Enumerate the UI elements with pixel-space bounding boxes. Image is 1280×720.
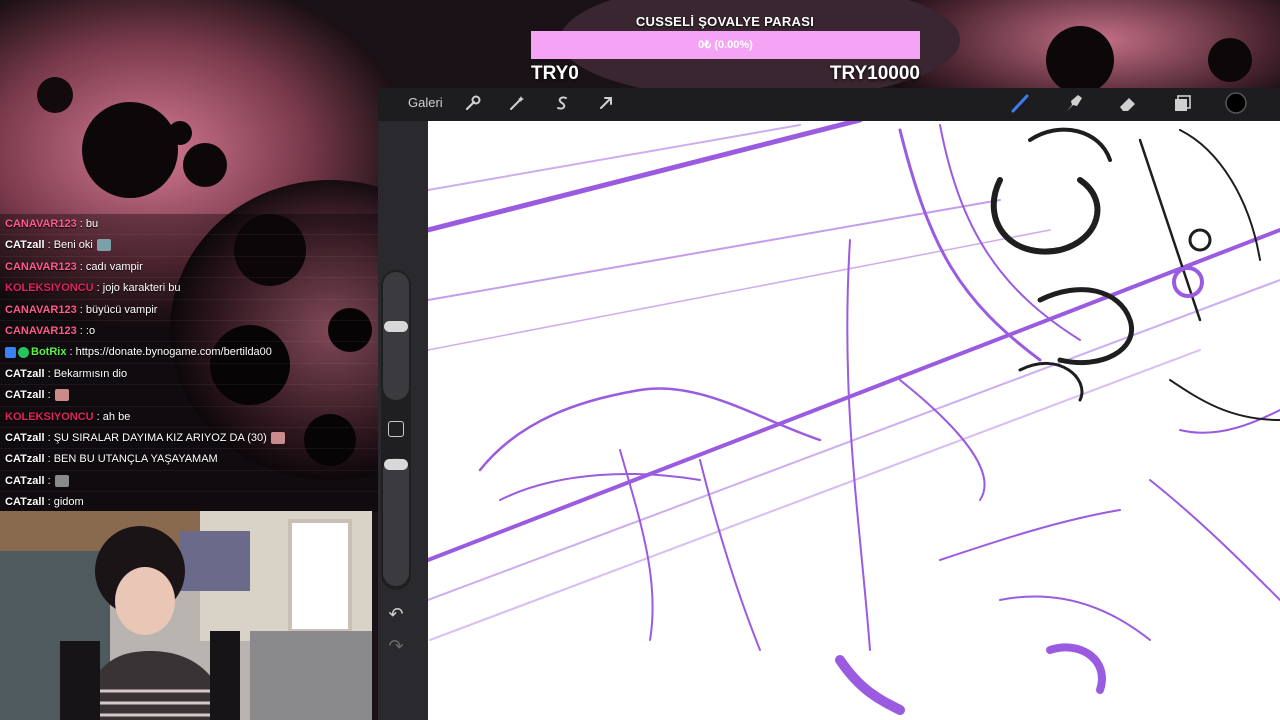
donation-goal-bar: 0₺ (0.00%) xyxy=(531,31,920,59)
eraser-icon[interactable] xyxy=(1115,92,1141,114)
chat-username[interactable]: CATzall xyxy=(5,432,45,444)
chat-overlay: CANAVAR123 : bu CATzall : Beni oki CANAVAR… xyxy=(0,214,378,514)
chat-username[interactable]: CANAVAR123 xyxy=(5,261,77,273)
chat-emote-icon xyxy=(54,389,69,402)
verified-badge-icon xyxy=(18,346,29,358)
chat-text: : xyxy=(44,389,51,402)
chat-message: CATzall : xyxy=(0,470,378,493)
brush-size-slider[interactable] xyxy=(383,272,409,400)
chat-text: : Beni oki xyxy=(44,239,93,252)
brush-opacity-slider[interactable] xyxy=(383,458,409,586)
redo-icon[interactable]: ↷ xyxy=(386,636,406,656)
chat-username[interactable]: CATzall xyxy=(5,389,45,401)
chat-username[interactable]: CATzall xyxy=(5,496,45,508)
donation-goal-max: TRY10000 xyxy=(829,63,920,84)
smudge-icon[interactable] xyxy=(1061,92,1087,114)
chat-username[interactable]: KOLEKSIYONCU xyxy=(5,282,94,294)
chat-emote-icon xyxy=(270,432,285,444)
donation-goal-progress-text: 0₺ (0.00%) xyxy=(698,39,753,51)
chat-username[interactable]: CATzall xyxy=(5,453,45,465)
chat-text: : jojo karakteri bu xyxy=(93,282,181,295)
chat-text: : ah be xyxy=(93,410,131,423)
chat-text: : BEN BU UTANÇLA YAŞAYAMAM xyxy=(44,453,218,466)
chat-message: CANAVAR123 : bu xyxy=(0,214,378,236)
chat-text: : https://donate.bynogame.com/bertilda00 xyxy=(66,346,272,359)
chat-message: CATzall : xyxy=(0,385,378,407)
chat-text: : xyxy=(44,474,51,487)
brush-size-thumb[interactable] xyxy=(384,321,408,333)
donation-goal-title: CUSSELİ ŞOVALYE PARASI xyxy=(635,14,815,29)
chat-message: KOLEKSIYONCU : ah be xyxy=(0,406,378,428)
layers-icon[interactable] xyxy=(1169,92,1195,114)
gallery-button[interactable]: Galeri xyxy=(408,95,443,111)
chat-username[interactable]: CATzall xyxy=(5,368,45,380)
donation-goal-min: TRY0 xyxy=(531,63,579,84)
chat-username[interactable]: CANAVAR123 xyxy=(5,325,77,337)
chat-text: : gidom xyxy=(44,496,84,509)
chat-username[interactable]: CANAVAR123 xyxy=(5,218,77,230)
wrench-icon[interactable] xyxy=(460,92,486,114)
modify-button[interactable] xyxy=(388,421,404,437)
chat-emote-icon xyxy=(96,239,111,252)
chat-message: KOLEKSIYONCU : jojo karakteri bu xyxy=(0,278,378,300)
undo-icon[interactable]: ↶ xyxy=(386,604,406,624)
transform-arrow-icon[interactable] xyxy=(593,92,619,114)
brush-icon[interactable] xyxy=(1007,92,1033,114)
chat-text: : ŞU SIRALAR DAYIMA KIZ ARIYOZ DA (30) xyxy=(44,431,267,444)
chat-message: CANAVAR123 : cadı vampir xyxy=(0,256,378,279)
chat-text: : büyücü vampir xyxy=(76,303,158,316)
chat-username[interactable]: BotRix xyxy=(31,346,66,358)
chat-username[interactable]: CATzall xyxy=(5,475,45,487)
chat-message: CATzall : Beni oki xyxy=(0,235,378,257)
brush-opacity-thumb[interactable] xyxy=(384,459,408,470)
color-swatch-icon[interactable] xyxy=(1223,92,1249,114)
chat-message: CATzall : ŞU SIRALAR DAYIMA KIZ ARIYOZ D… xyxy=(0,427,378,450)
chat-username[interactable]: KOLEKSIYONCU xyxy=(5,411,94,423)
chat-text: : cadı vampir xyxy=(76,260,143,273)
chat-text: : :o xyxy=(76,324,96,337)
chat-message: CANAVAR123 : büyücü vampir xyxy=(0,299,378,321)
chat-username[interactable]: CATzall xyxy=(5,239,45,251)
chat-message: CATzall : Bekarmısın dio xyxy=(0,363,378,386)
chat-message: CATzall : BEN BU UTANÇLA YAŞAYAMAM xyxy=(0,449,378,471)
bot-badge-icon xyxy=(5,346,16,358)
drawing-canvas[interactable] xyxy=(428,121,1280,720)
chat-message: BotRix : https://donate.bynogame.com/ber… xyxy=(0,342,378,364)
chat-text: : bu xyxy=(76,218,99,230)
chat-message: CANAVAR123 : :o xyxy=(0,320,378,343)
sketch-artwork xyxy=(428,121,1280,715)
chat-username[interactable]: CANAVAR123 xyxy=(5,304,77,316)
selection-icon[interactable] xyxy=(549,92,575,114)
chat-emote-icon xyxy=(54,474,69,487)
magic-wand-icon[interactable] xyxy=(504,92,530,114)
webcam-feed xyxy=(0,511,372,720)
chat-text: : Bekarmısın dio xyxy=(44,367,128,380)
